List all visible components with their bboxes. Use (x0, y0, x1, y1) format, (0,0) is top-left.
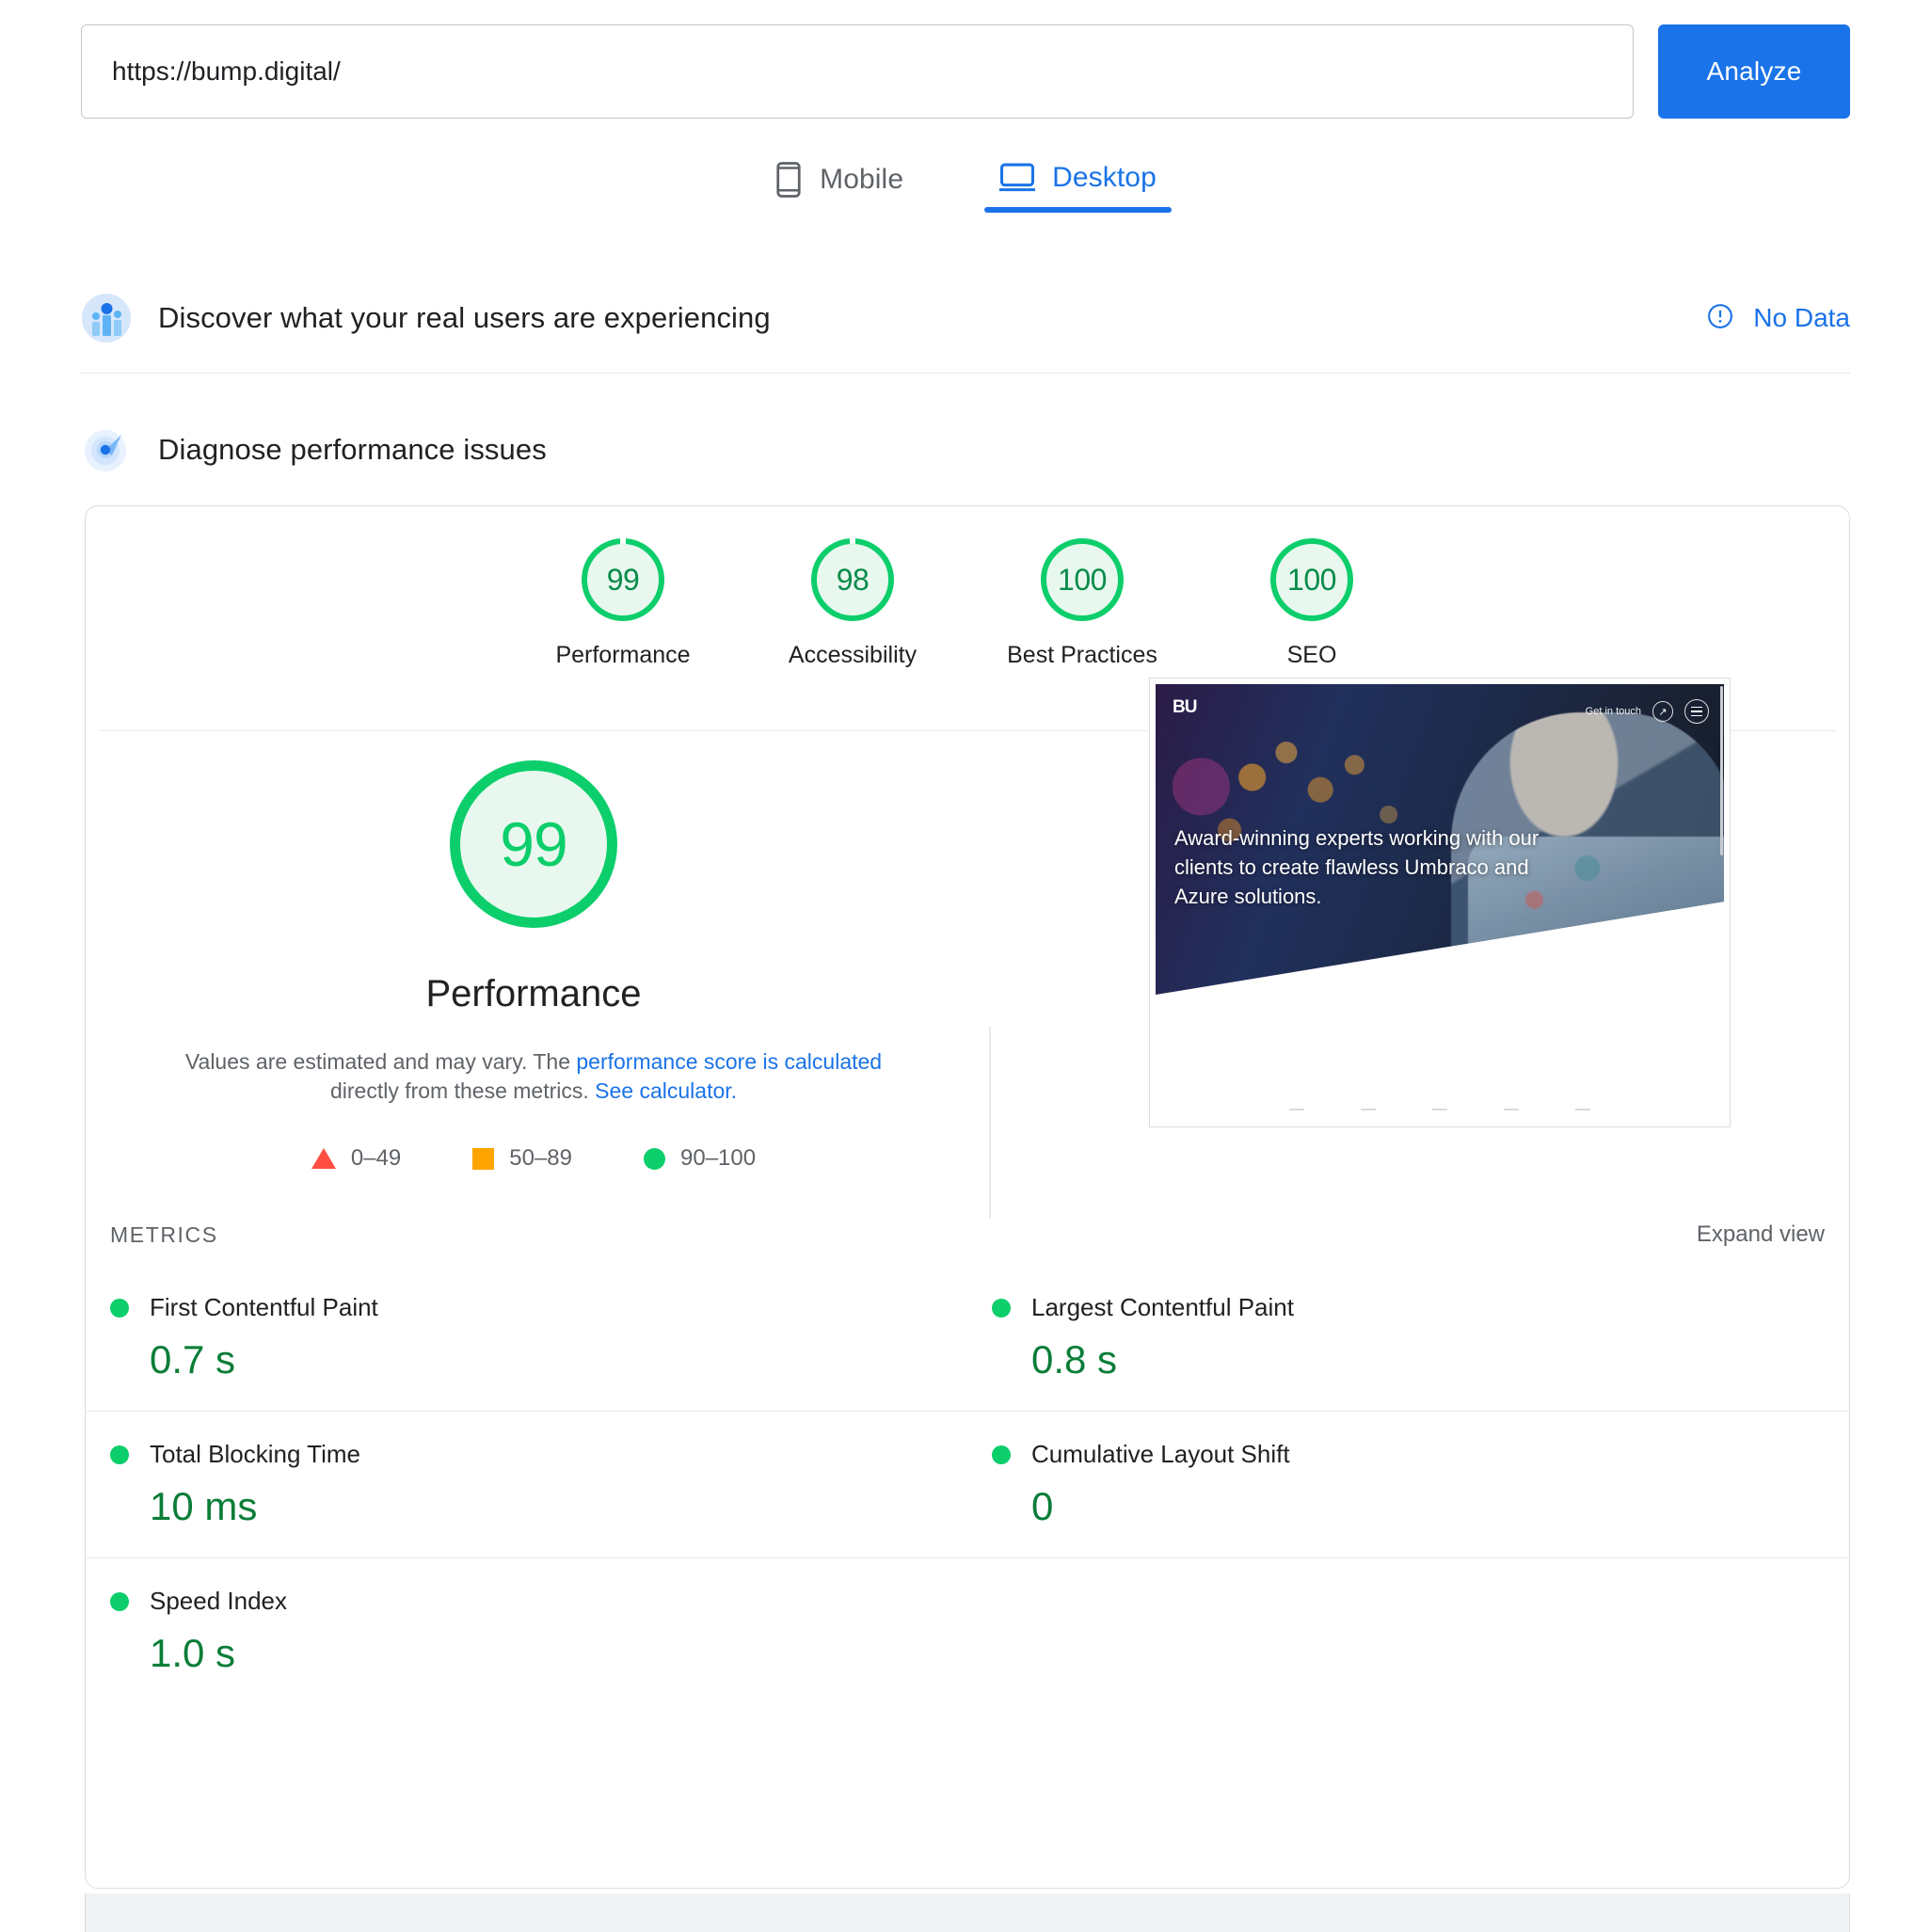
see-calculator-link[interactable]: See calculator. (595, 1078, 737, 1103)
field-data-status[interactable]: No Data (1706, 302, 1850, 335)
diagnose-icon (81, 424, 132, 475)
real-users-icon (81, 293, 132, 343)
pagespeed-insights-page: Analyze Mobile Desktop (0, 0, 1931, 1932)
legend-label-fail: 0–49 (351, 1145, 401, 1172)
score-value-performance: 99 (607, 563, 640, 598)
score-label-accessibility: Accessibility (789, 642, 917, 669)
performance-description: Values are estimated and may vary. The p… (162, 1047, 905, 1106)
score-label-best-practices: Best Practices (1007, 642, 1157, 669)
mobile-icon (774, 162, 803, 198)
no-data-label: No Data (1753, 303, 1850, 333)
legend-item-pass: 90–100 (644, 1145, 756, 1172)
score-label-seo: SEO (1287, 642, 1337, 669)
big-score-ring: 99 (450, 760, 617, 928)
tab-mobile[interactable]: Mobile (759, 156, 918, 216)
legend-label-average: 50–89 (509, 1145, 572, 1172)
thumbnail-footer-placeholder (1156, 1104, 1724, 1115)
desc-text-2: directly from these metrics. (330, 1078, 595, 1103)
score-seo[interactable]: 100 SEO (1197, 538, 1427, 669)
status-dot-pass (110, 1445, 129, 1464)
thumbnail-logo: BU (1173, 697, 1196, 718)
legend-label-pass: 90–100 (680, 1145, 756, 1172)
metric-value: 0.8 s (1031, 1337, 1825, 1382)
big-score-title: Performance (426, 973, 642, 1015)
metric-value: 10 ms (150, 1484, 943, 1529)
field-data-title: Discover what your real users are experi… (158, 301, 771, 335)
category-scores: 99 Performance 98 Accessibility 100 Best… (86, 538, 1849, 669)
expand-view-button[interactable]: Expand view (1697, 1221, 1825, 1248)
metric-total-blocking-time[interactable]: Total Blocking Time 10 ms (86, 1412, 967, 1558)
thumbnail-nav: Get in touch ↗ (1586, 699, 1709, 724)
vertical-divider (989, 1027, 991, 1219)
metric-name: Total Blocking Time (150, 1440, 360, 1469)
metric-name: Speed Index (150, 1587, 287, 1616)
tab-mobile-label: Mobile (820, 164, 903, 196)
desc-text-1: Values are estimated and may vary. The (185, 1049, 576, 1074)
score-performance[interactable]: 99 Performance (508, 538, 738, 669)
score-value-seo: 100 (1287, 563, 1336, 598)
score-ring-best-practices: 100 (1041, 538, 1124, 621)
status-dot-pass (992, 1445, 1011, 1464)
info-circle-icon (1706, 302, 1734, 335)
desktop-icon (999, 162, 1035, 194)
metric-name: First Contentful Paint (150, 1293, 378, 1322)
url-search-row: Analyze (81, 24, 1850, 119)
square-icon (472, 1148, 494, 1170)
metric-value: 0.7 s (150, 1337, 943, 1382)
thumbnail-scrollbar (1720, 686, 1723, 855)
thumbnail-nav-link: Get in touch (1586, 706, 1641, 717)
card-footer-strip (85, 1893, 1850, 1932)
results-card: 99 Performance 98 Accessibility 100 Best… (85, 505, 1850, 1889)
score-value-best-practices: 100 (1058, 563, 1107, 598)
tab-desktop[interactable]: Desktop (984, 156, 1172, 213)
status-dot-pass (992, 1299, 1011, 1317)
score-ring-performance: 99 (582, 538, 664, 621)
score-value-accessibility: 98 (837, 563, 870, 598)
performance-score-link[interactable]: performance score is calculated (576, 1049, 882, 1074)
score-ring-seo: 100 (1270, 538, 1353, 621)
lab-data-title: Diagnose performance issues (158, 433, 547, 467)
score-legend: 0–49 50–89 90–100 (311, 1145, 756, 1172)
tab-desktop-label: Desktop (1052, 162, 1157, 194)
thumbnail-inner: BU Get in touch ↗ Award-winning experts … (1156, 684, 1724, 1121)
metric-cumulative-layout-shift[interactable]: Cumulative Layout Shift 0 (967, 1412, 1849, 1558)
device-tabs: Mobile Desktop (0, 156, 1931, 216)
metric-name: Cumulative Layout Shift (1031, 1440, 1290, 1469)
big-score-value: 99 (500, 808, 567, 880)
metric-empty-cell (967, 1558, 1849, 1704)
status-dot-pass (110, 1299, 129, 1317)
metrics-grid: First Contentful Paint 0.7 s Largest Con… (86, 1265, 1849, 1704)
metrics-header: METRICS Expand view (86, 1221, 1849, 1248)
metric-first-contentful-paint[interactable]: First Contentful Paint 0.7 s (86, 1265, 967, 1412)
metric-value: 1.0 s (150, 1631, 943, 1676)
metric-largest-contentful-paint[interactable]: Largest Contentful Paint 0.8 s (967, 1265, 1849, 1412)
metric-name: Largest Contentful Paint (1031, 1293, 1294, 1322)
thumbnail-hero-image: BU Get in touch ↗ Award-winning experts … (1156, 684, 1724, 995)
page-screenshot-thumbnail[interactable]: BU Get in touch ↗ Award-winning experts … (1149, 678, 1731, 1127)
metric-value: 0 (1031, 1484, 1825, 1529)
field-data-header: Discover what your real users are experi… (81, 286, 1850, 350)
score-label-performance: Performance (555, 642, 690, 669)
metrics-title: METRICS (110, 1222, 218, 1248)
legend-item-fail: 0–49 (311, 1145, 401, 1172)
section-divider (81, 373, 1850, 374)
performance-summary: 99 Performance Values are estimated and … (86, 760, 981, 1172)
thumbnail-headline: Award-winning experts working with our c… (1174, 823, 1541, 912)
arrow-up-right-icon: ↗ (1652, 701, 1673, 722)
hamburger-icon (1684, 699, 1709, 724)
lab-data-header: Diagnose performance issues (81, 421, 1850, 479)
analyze-button[interactable]: Analyze (1658, 24, 1850, 119)
score-best-practices[interactable]: 100 Best Practices (967, 538, 1197, 669)
legend-item-average: 50–89 (472, 1145, 572, 1172)
triangle-icon (311, 1148, 336, 1169)
url-input[interactable] (81, 24, 1634, 119)
circle-icon (644, 1148, 665, 1170)
score-accessibility[interactable]: 98 Accessibility (738, 538, 967, 669)
status-dot-pass (110, 1592, 129, 1611)
metric-speed-index[interactable]: Speed Index 1.0 s (86, 1558, 967, 1704)
score-ring-accessibility: 98 (811, 538, 894, 621)
